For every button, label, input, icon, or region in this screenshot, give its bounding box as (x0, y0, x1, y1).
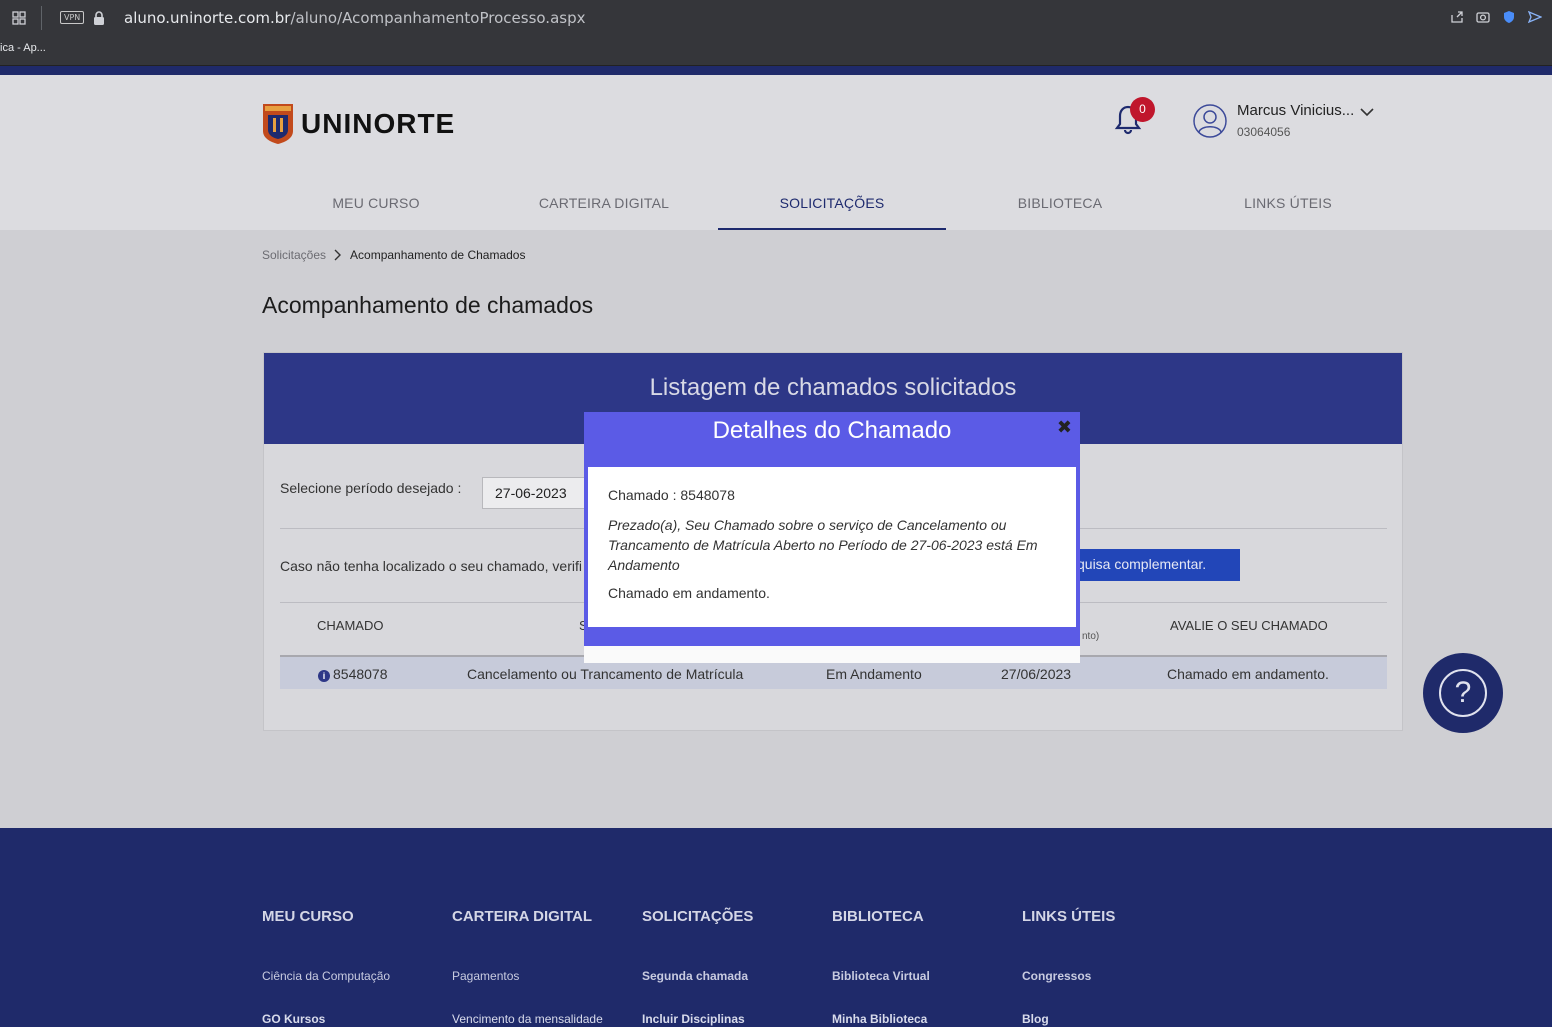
card-heading: Listagem de chamados solicitados (649, 374, 1017, 401)
tab-biblioteca[interactable]: BIBLIOTECA (946, 183, 1174, 230)
footer-heading: LINKS ÚTEIS (1022, 908, 1116, 925)
ticket-number: 8548078 (333, 666, 388, 682)
site-header: UNINORTE 0 Marcus Vinicius... 03064056 M… (0, 75, 1552, 230)
logo[interactable]: UNINORTE (262, 103, 455, 145)
site-footer: MEU CURSO Ciência da Computação GO Kurso… (0, 828, 1552, 1027)
footer-column-biblioteca: BIBLIOTECA Biblioteca Virtual Minha Bibl… (832, 908, 930, 1026)
url-path: /aluno/AcompanhamentoProcesso.aspx (290, 9, 586, 27)
close-icon[interactable]: ✖ (1057, 417, 1072, 438)
chevron-down-icon[interactable] (1360, 107, 1374, 117)
address-bar[interactable]: aluno.uninorte.com.br/aluno/Acompanhamen… (124, 9, 585, 27)
user-id: 03064056 (1237, 125, 1291, 139)
footer-link[interactable]: Congressos (1022, 969, 1091, 983)
footer-link[interactable]: Ciência da Computação (262, 969, 390, 983)
breadcrumb-parent[interactable]: Solicitações (262, 248, 326, 262)
footer-column-meu-curso: MEU CURSO Ciência da Computação GO Kurso… (262, 908, 390, 1026)
camera-icon[interactable] (1476, 10, 1490, 24)
modal-status: Chamado em andamento. (608, 585, 770, 601)
modal-title: Detalhes do Chamado (712, 417, 952, 444)
share-icon[interactable] (1450, 10, 1464, 24)
tab-meu-curso[interactable]: MEU CURSO (262, 183, 490, 230)
info-icon[interactable]: i (318, 670, 330, 682)
footer-link[interactable]: Pagamentos (452, 969, 519, 983)
footer-column-links: LINKS ÚTEIS Congressos Blog (1022, 908, 1116, 1026)
footer-link[interactable]: Segunda chamada (642, 969, 748, 983)
footer-link[interactable]: Incluir Disciplinas (642, 1012, 745, 1026)
uninorte-shield-icon (263, 104, 293, 144)
url-domain: aluno.uninorte.com.br (124, 9, 291, 27)
page-title: Acompanhamento de chamados (262, 292, 594, 318)
browser-toolbar: VPN aluno.uninorte.com.br/aluno/Acompanh… (0, 0, 1552, 36)
footer-link[interactable]: GO Kursos (262, 1012, 325, 1026)
tab-links-uteis[interactable]: LINKS ÚTEIS (1174, 183, 1402, 230)
cell-servico: Cancelamento ou Trancamento de Matrícula (467, 666, 744, 682)
user-name[interactable]: Marcus Vinicius... (1237, 102, 1354, 119)
footer-column-solicitacoes: SOLICITAÇÕES Segunda chamada Incluir Dis… (642, 908, 754, 1026)
browser-actions (1450, 10, 1542, 24)
send-icon[interactable] (1528, 10, 1542, 24)
vpn-badge[interactable]: VPN (60, 11, 85, 24)
footer-link[interactable]: Minha Biblioteca (832, 1012, 927, 1026)
tab-solicitacoes[interactable]: SOLICITAÇÕES (718, 183, 946, 230)
footer-column-carteira: CARTEIRA DIGITAL Pagamentos Vencimento d… (452, 908, 603, 1026)
cell-chamado[interactable]: i 8548078 (318, 666, 388, 682)
notification-badge[interactable]: 0 (1130, 97, 1155, 122)
lock-icon[interactable] (93, 11, 105, 25)
breadcrumb: Solicitações Acompanhamento de Chamados (262, 248, 525, 262)
modal-message: Prezado(a), Seu Chamado sobre o serviço … (608, 517, 1038, 573)
modal-ticket-number: Chamado : 8548078 (608, 487, 735, 503)
main-nav: MEU CURSO CARTEIRA DIGITAL SOLICITAÇÕES … (262, 183, 1402, 230)
bookmark-item[interactable]: ica - Ap... (0, 42, 46, 54)
footer-heading: MEU CURSO (262, 908, 354, 925)
footer-heading: SOLICITAÇÕES (642, 908, 754, 925)
user-avatar-icon[interactable] (1193, 104, 1227, 138)
top-strip (0, 66, 1552, 75)
ticket-details-modal: Detalhes do Chamado ✖ Chamado : 8548078 … (584, 412, 1080, 663)
cell-avaliacao: Chamado em andamento. (1167, 666, 1329, 682)
column-header-avalie: AVALIE O SEU CHAMADO (1170, 618, 1328, 633)
bookmarks-bar: ica - Ap... (0, 36, 1552, 66)
search-note: Caso não tenha localizado o seu chamado,… (280, 558, 582, 574)
footer-link[interactable]: Biblioteca Virtual (832, 969, 930, 983)
help-button[interactable]: ? (1423, 653, 1503, 733)
period-label: Selecione período desejado : (280, 480, 462, 496)
shield-extension-icon[interactable] (1502, 10, 1516, 24)
toolbar-separator (41, 6, 42, 30)
brand-wordmark: UNINORTE (301, 108, 456, 139)
footer-link[interactable]: Blog (1022, 1012, 1049, 1026)
footer-heading: CARTEIRA DIGITAL (452, 908, 592, 925)
modal-body: Chamado : 8548078 Prezado(a), Seu Chamad… (588, 467, 1076, 627)
question-icon: ? (1439, 669, 1487, 717)
chevron-right-icon (334, 249, 342, 261)
tab-carteira-digital[interactable]: CARTEIRA DIGITAL (490, 183, 718, 230)
breadcrumb-current: Acompanhamento de Chamados (350, 248, 526, 262)
column-header-chamado: CHAMADO (317, 618, 384, 633)
footer-link[interactable]: Vencimento da mensalidade (452, 1012, 603, 1026)
cell-data: 27/06/2023 (1001, 666, 1072, 682)
tab-grid-icon[interactable] (12, 11, 26, 25)
modal-footer (584, 646, 1080, 663)
footer-heading: BIBLIOTECA (832, 908, 924, 925)
column-header-previsao: nto) (1082, 631, 1100, 642)
cell-status: Em Andamento (826, 666, 922, 682)
